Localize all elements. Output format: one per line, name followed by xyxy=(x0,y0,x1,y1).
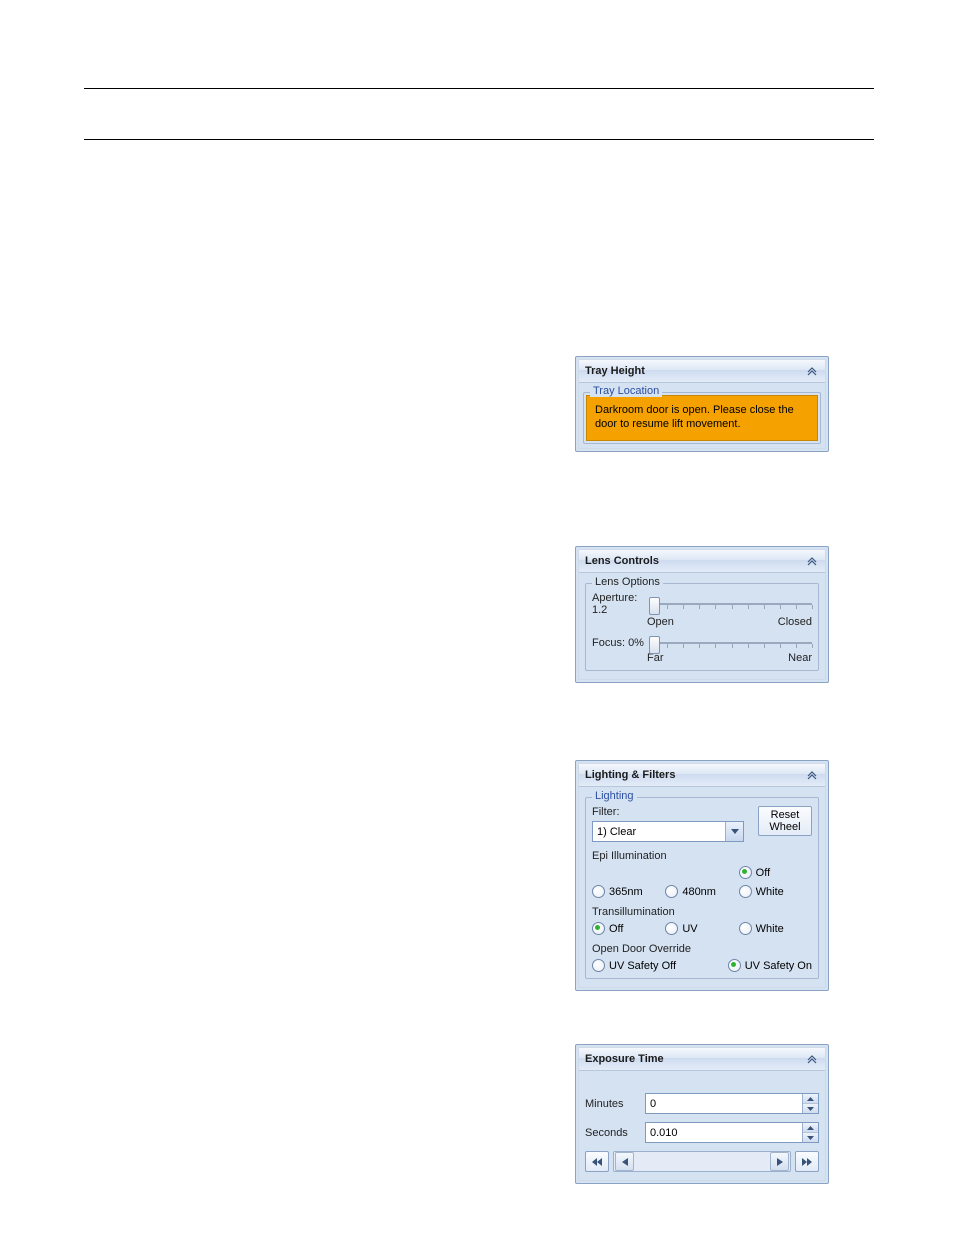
exposure-header[interactable]: Exposure Time xyxy=(579,1048,825,1071)
minutes-up-button[interactable] xyxy=(803,1094,818,1104)
aperture-open-label: Open xyxy=(647,616,674,628)
aperture-slider[interactable] xyxy=(651,595,812,613)
seconds-input[interactable]: 0.010 xyxy=(645,1122,819,1143)
fast-rewind-button[interactable] xyxy=(585,1151,609,1172)
epi-365-radio[interactable]: 365nm xyxy=(592,885,665,898)
lens-controls-header[interactable]: Lens Controls xyxy=(579,550,825,573)
aperture-thumb[interactable] xyxy=(649,597,660,615)
radio-icon xyxy=(739,885,752,898)
trans-uv-radio[interactable]: UV xyxy=(665,922,738,935)
epi-label: Epi Illumination xyxy=(592,850,812,862)
filter-label: Filter: xyxy=(592,806,750,818)
lighting-header[interactable]: Lighting & Filters xyxy=(579,764,825,787)
seconds-up-button[interactable] xyxy=(803,1123,818,1133)
tray-warning: Darkroom door is open. Please close the … xyxy=(586,395,818,441)
trans-off-radio[interactable]: Off xyxy=(592,922,665,935)
trans-white-radio[interactable]: White xyxy=(739,922,812,935)
tray-height-panel: Tray Height Tray Location Darkroom door … xyxy=(575,356,829,452)
chevron-down-icon[interactable] xyxy=(725,822,743,841)
filter-select[interactable]: 1) Clear xyxy=(592,821,744,842)
chevron-up-icon[interactable] xyxy=(805,768,819,782)
exposure-scrollbar[interactable] xyxy=(613,1151,791,1172)
trans-label: Transillumination xyxy=(592,906,812,918)
tray-location-label: Tray Location xyxy=(590,385,662,397)
uv-safety-on-radio[interactable]: UV Safety On xyxy=(728,959,812,972)
filter-value: 1) Clear xyxy=(593,826,725,838)
lighting-group-label: Lighting xyxy=(592,790,637,802)
focus-near-label: Near xyxy=(788,652,812,664)
chevron-up-icon[interactable] xyxy=(805,1052,819,1066)
epi-white-radio[interactable]: White xyxy=(739,885,812,898)
minutes-down-button[interactable] xyxy=(803,1104,818,1113)
scroll-left-button[interactable] xyxy=(615,1152,634,1171)
focus-slider[interactable] xyxy=(651,634,812,652)
radio-icon xyxy=(592,885,605,898)
radio-icon xyxy=(592,922,605,935)
aperture-closed-label: Closed xyxy=(778,616,812,628)
seconds-down-button[interactable] xyxy=(803,1133,818,1142)
radio-icon xyxy=(665,922,678,935)
seconds-value: 0.010 xyxy=(646,1127,802,1139)
seconds-label: Seconds xyxy=(585,1127,645,1139)
override-label: Open Door Override xyxy=(592,943,812,955)
radio-icon xyxy=(592,959,605,972)
hr-bottom xyxy=(84,139,874,140)
chevron-up-icon[interactable] xyxy=(805,364,819,378)
focus-thumb[interactable] xyxy=(649,636,660,654)
lens-controls-title: Lens Controls xyxy=(585,555,659,567)
radio-icon xyxy=(665,885,678,898)
radio-icon xyxy=(728,959,741,972)
aperture-label: Aperture: 1.2 xyxy=(592,592,647,616)
lighting-title: Lighting & Filters xyxy=(585,769,675,781)
fast-forward-button[interactable] xyxy=(795,1151,819,1172)
lens-controls-panel: Lens Controls Lens Options Aperture: 1.2 xyxy=(575,546,829,683)
hr-top xyxy=(84,88,874,89)
tray-height-header[interactable]: Tray Height xyxy=(579,360,825,383)
minutes-value: 0 xyxy=(646,1098,802,1110)
tray-height-title: Tray Height xyxy=(585,365,645,377)
lighting-panel: Lighting & Filters Lighting Filter: 1) C… xyxy=(575,760,829,991)
exposure-panel: Exposure Time Minutes 0 Seconds 0.0 xyxy=(575,1044,829,1184)
epi-480-radio[interactable]: 480nm xyxy=(665,885,738,898)
radio-icon xyxy=(739,922,752,935)
minutes-label: Minutes xyxy=(585,1098,645,1110)
radio-icon xyxy=(739,866,752,879)
uv-safety-off-radio[interactable]: UV Safety Off xyxy=(592,959,676,972)
epi-off-radio[interactable]: Off xyxy=(739,866,812,879)
exposure-title: Exposure Time xyxy=(585,1053,664,1065)
scroll-right-button[interactable] xyxy=(770,1152,789,1171)
focus-label: Focus: 0% xyxy=(592,637,647,649)
lens-options-label: Lens Options xyxy=(592,576,663,588)
reset-wheel-button[interactable]: Reset Wheel xyxy=(758,806,812,836)
minutes-input[interactable]: 0 xyxy=(645,1093,819,1114)
chevron-up-icon[interactable] xyxy=(805,554,819,568)
